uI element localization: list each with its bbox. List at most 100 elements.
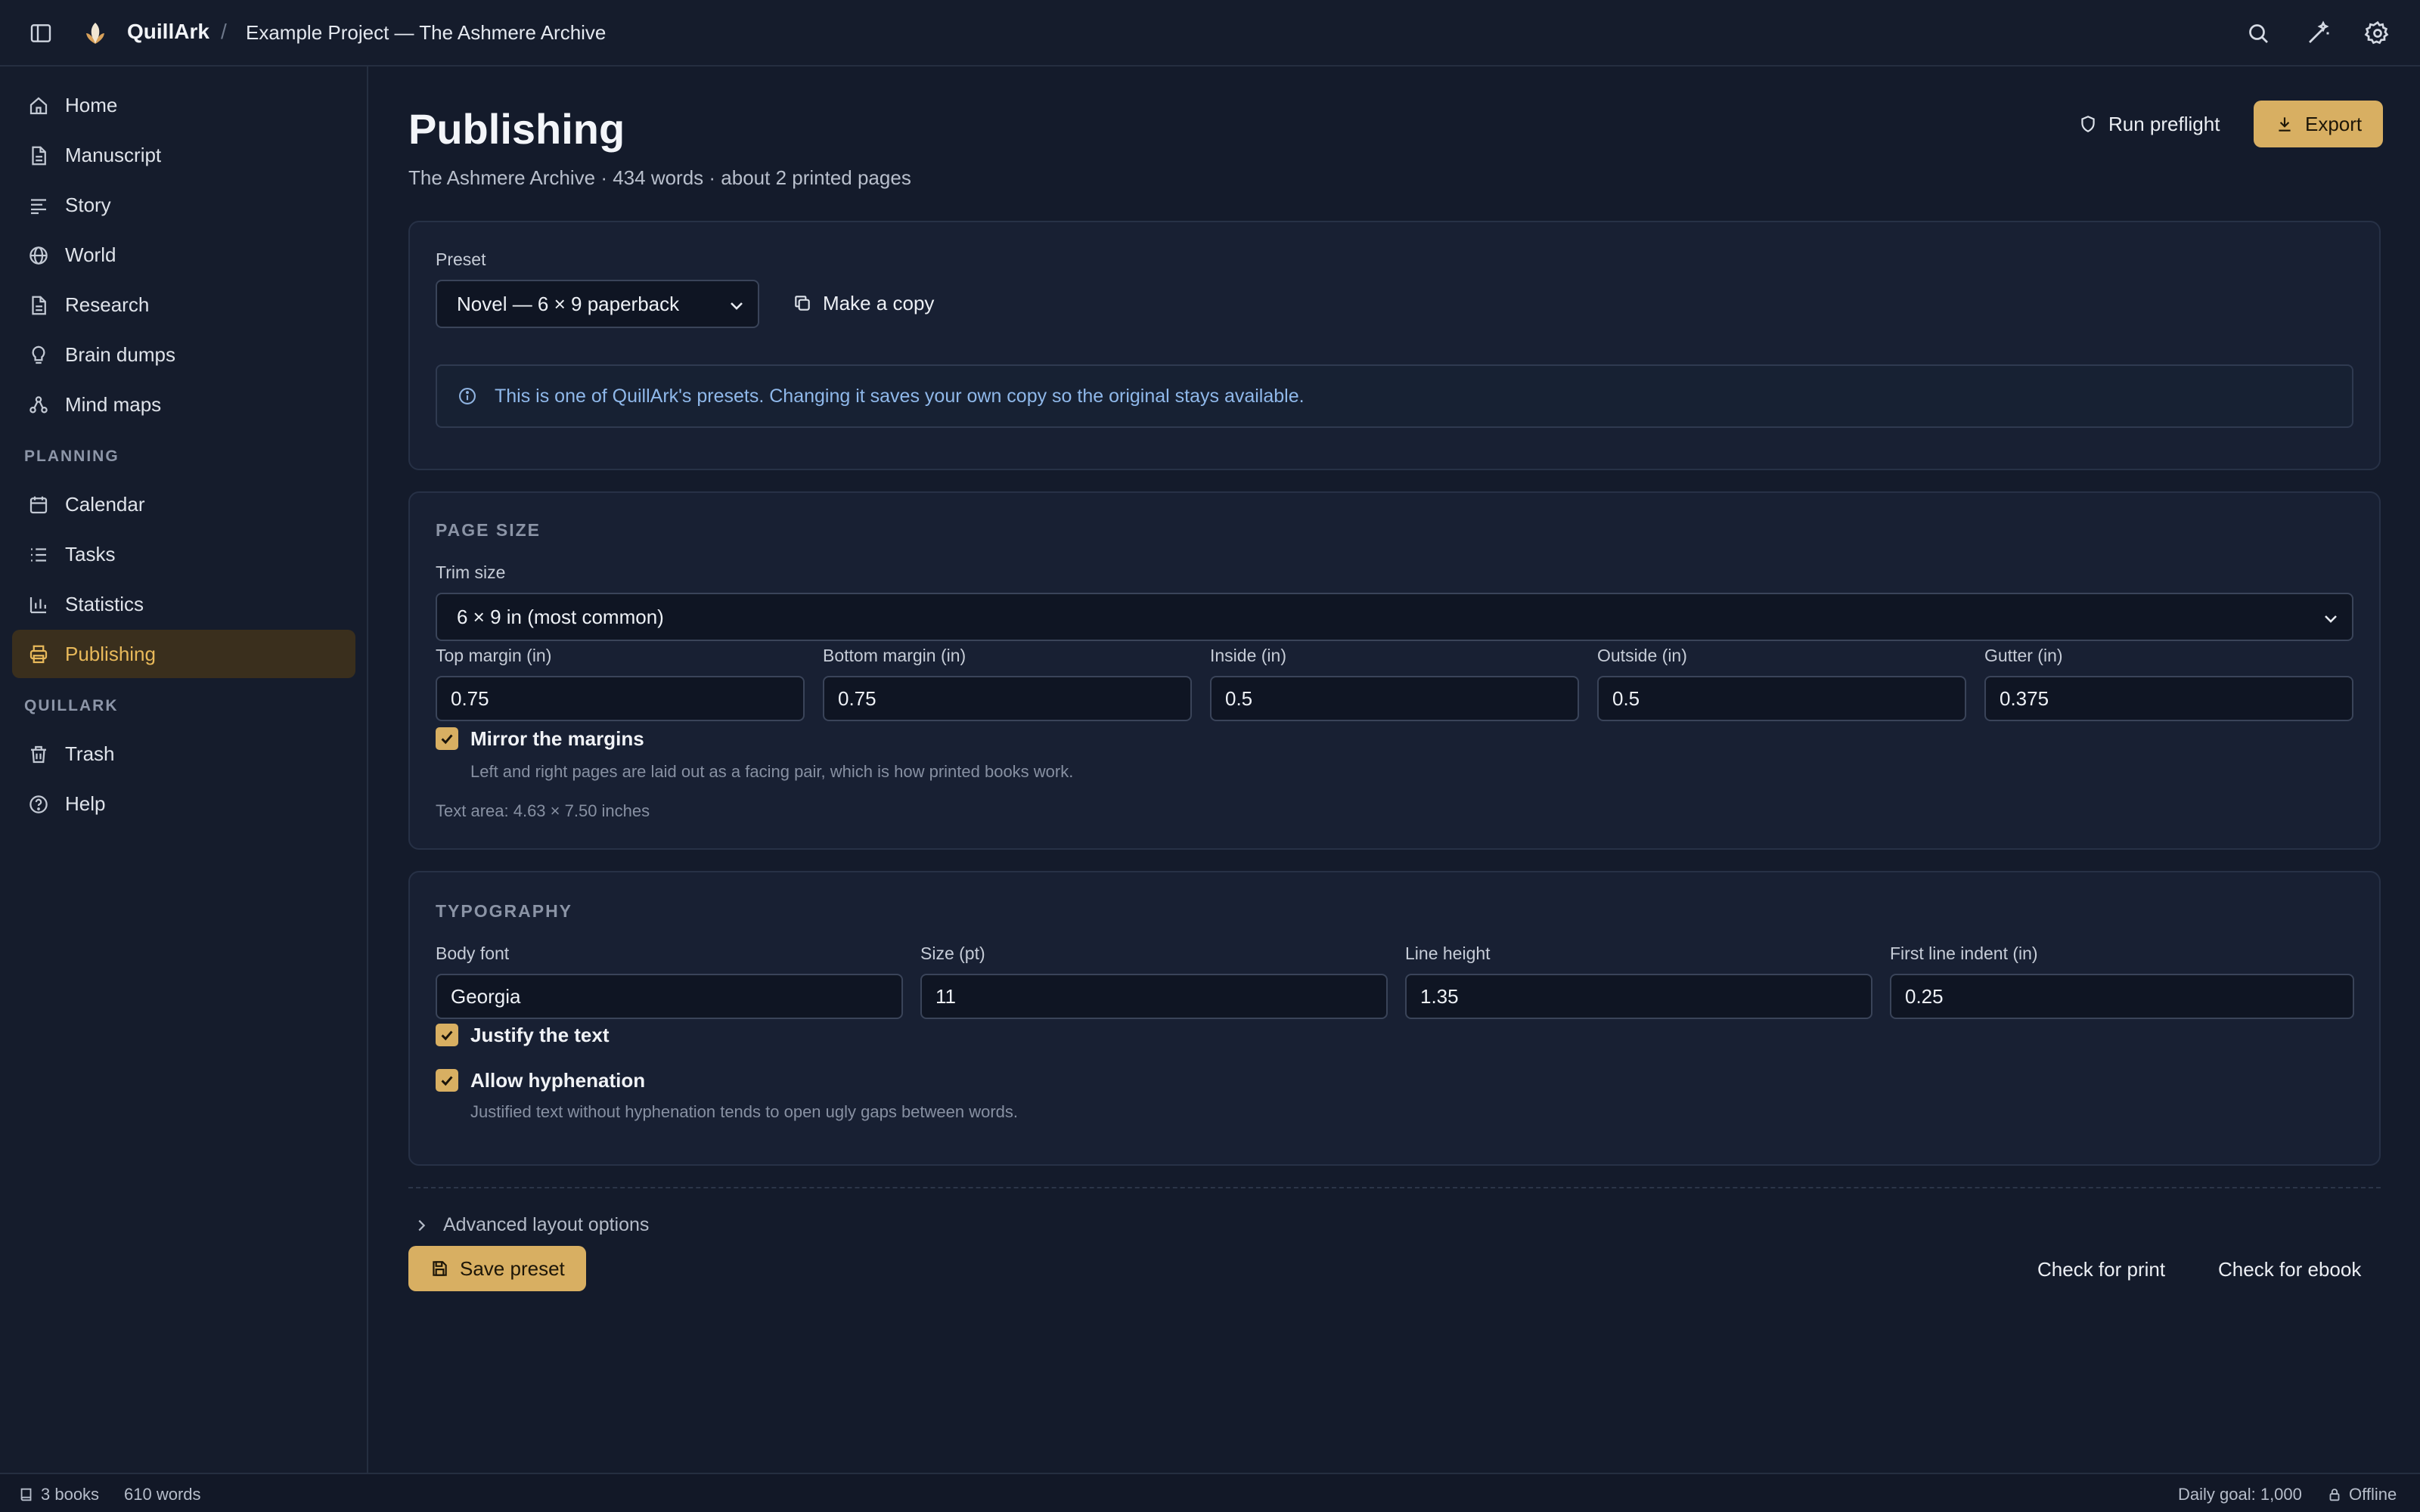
mirror-margins-hint: Left and right pages are laid out as a f… <box>470 762 1074 781</box>
sidebar-item-label: Calendar <box>65 492 145 516</box>
sidebar-item-story[interactable]: Story <box>12 181 355 229</box>
gutter-label: Gutter (in) <box>1984 646 2063 665</box>
status-bar: 3 books 610 words Daily goal: 1,000 Offl… <box>0 1473 2420 1512</box>
top-margin-input[interactable]: 0.75 <box>436 676 805 721</box>
copy-icon <box>793 293 812 313</box>
mirror-margins-checkbox[interactable] <box>436 727 458 750</box>
preset-select[interactable]: Novel — 6 × 9 paperback <box>436 280 759 328</box>
sidebar-item-tasks[interactable]: Tasks <box>12 530 355 578</box>
preset-info-text: This is one of QuillArk's presets. Chang… <box>495 386 1305 407</box>
font-size-input[interactable]: 11 <box>920 974 1388 1019</box>
justify-text-checkbox[interactable] <box>436 1024 458 1046</box>
mirror-margins-label[interactable]: Mirror the margins <box>470 727 644 751</box>
shield-icon <box>2078 114 2098 134</box>
sidebar-item-home[interactable]: Home <box>12 81 355 129</box>
first-line-indent-input[interactable]: 0.25 <box>1890 974 2354 1019</box>
quillark-logo-icon <box>80 18 110 48</box>
breadcrumb-separator: / <box>221 20 227 43</box>
book-icon <box>18 1486 35 1503</box>
allow-hyphenation-checkbox[interactable] <box>436 1069 458 1092</box>
make-a-copy-button[interactable]: Make a copy <box>793 280 934 327</box>
status-offline: Offline <box>2326 1485 2397 1504</box>
page-size-section-title: PAGE SIZE <box>436 520 541 540</box>
save-preset-button[interactable]: Save preset <box>408 1246 586 1291</box>
sidebar-item-label: Home <box>65 93 118 116</box>
page-subtitle: The Ashmere Archive · 434 words · about … <box>408 166 911 189</box>
sidebar-item-label: Trash <box>65 742 115 765</box>
download-icon <box>2275 114 2294 134</box>
help-icon <box>27 793 50 816</box>
search-icon[interactable] <box>2245 20 2272 47</box>
trim-size-label: Trim size <box>436 562 506 582</box>
font-size-label: Size (pt) <box>920 943 985 963</box>
outside-margin-input[interactable]: 0.5 <box>1597 676 1966 721</box>
export-button[interactable]: Export <box>2254 101 2384 147</box>
sidebar-item-publishing[interactable]: Publishing <box>12 630 355 678</box>
checkmark-icon <box>441 1030 453 1041</box>
sidebar-item-help[interactable]: Help <box>12 779 355 828</box>
sidebar-item-label: Research <box>65 293 150 316</box>
export-label: Export <box>2305 112 2363 135</box>
sidebar-section-planning: PLANNING <box>24 448 119 465</box>
sidebar-item-calendar[interactable]: Calendar <box>12 480 355 528</box>
save-preset-label: Save preset <box>460 1256 565 1280</box>
checkmark-icon <box>441 1076 453 1086</box>
sidebar-item-label: Publishing <box>65 642 156 665</box>
home-icon <box>27 94 50 117</box>
status-offline-text: Offline <box>2349 1485 2397 1504</box>
settings-gear-icon[interactable] <box>2364 20 2391 47</box>
sidebar-item-statistics[interactable]: Statistics <box>12 580 355 628</box>
line-height-input[interactable]: 1.35 <box>1405 974 1872 1019</box>
lightbulb-icon <box>27 344 50 367</box>
checkmark-icon <box>441 734 453 745</box>
inside-margin-input[interactable]: 0.5 <box>1210 676 1579 721</box>
preset-selected-value: Novel — 6 × 9 paperback <box>457 292 680 315</box>
sidebar-item-research[interactable]: Research <box>12 280 355 329</box>
check-for-ebook-button[interactable]: Check for ebook <box>2218 1246 2361 1293</box>
gutter-input[interactable]: 0.375 <box>1984 676 2353 721</box>
preset-info-banner: This is one of QuillArk's presets. Chang… <box>436 364 2353 428</box>
save-icon <box>430 1259 449 1278</box>
page-size-card: PAGE SIZE Trim size 6 × 9 in (most commo… <box>408 491 2381 850</box>
sidebar-item-label: Brain dumps <box>65 342 175 366</box>
advanced-layout-toggle[interactable]: Advanced layout options <box>413 1214 649 1236</box>
check-for-print-button[interactable]: Check for print <box>2037 1246 2165 1293</box>
typography-card: TYPOGRAPHY Body font Georgia Size (pt) 1… <box>408 871 2381 1166</box>
section-divider <box>408 1187 2381 1188</box>
sidebar-item-mind-maps[interactable]: Mind maps <box>12 380 355 429</box>
status-words: 610 words <box>124 1485 201 1504</box>
sidebar-toggle-icon[interactable] <box>29 21 53 45</box>
status-books-text: 3 books <box>41 1485 100 1504</box>
make-a-copy-label: Make a copy <box>823 291 935 314</box>
allow-hyphenation-label[interactable]: Allow hyphenation <box>470 1069 645 1092</box>
body-font-input[interactable]: Georgia <box>436 974 903 1019</box>
chevron-down-icon <box>2322 609 2340 627</box>
body-font-label: Body font <box>436 943 510 963</box>
inside-margin-label: Inside (in) <box>1210 646 1286 665</box>
sidebar-item-label: Story <box>65 193 111 216</box>
magic-wand-icon[interactable] <box>2305 20 2332 47</box>
sidebar-item-manuscript[interactable]: Manuscript <box>12 131 355 179</box>
run-preflight-button[interactable]: Run preflight <box>2078 101 2220 147</box>
justify-text-label[interactable]: Justify the text <box>470 1024 610 1047</box>
outside-margin-label: Outside (in) <box>1597 646 1687 665</box>
sidebar-item-label: Manuscript <box>65 143 162 166</box>
story-lines-icon <box>27 194 50 217</box>
sidebar-item-label: Tasks <box>65 542 116 565</box>
bottom-margin-input[interactable]: 0.75 <box>823 676 1192 721</box>
calendar-icon <box>27 494 50 516</box>
top-margin-label: Top margin (in) <box>436 646 552 665</box>
text-area-readout: Text area: 4.63 × 7.50 inches <box>436 801 650 820</box>
project-name[interactable]: Example Project — The Ashmere Archive <box>246 21 606 45</box>
sidebar-item-label: Statistics <box>65 592 144 615</box>
trash-icon <box>27 743 50 766</box>
sidebar-item-brain-dumps[interactable]: Brain dumps <box>12 330 355 379</box>
chevron-down-icon <box>728 296 746 314</box>
chevron-right-icon <box>413 1217 430 1234</box>
sidebar-item-world[interactable]: World <box>12 231 355 279</box>
trim-size-select[interactable]: 6 × 9 in (most common) <box>436 593 2353 641</box>
sidebar-item-trash[interactable]: Trash <box>12 730 355 778</box>
typography-section-title: TYPOGRAPHY <box>436 901 573 921</box>
sidebar-item-label: Mind maps <box>65 392 162 416</box>
advanced-layout-label: Advanced layout options <box>443 1214 650 1235</box>
